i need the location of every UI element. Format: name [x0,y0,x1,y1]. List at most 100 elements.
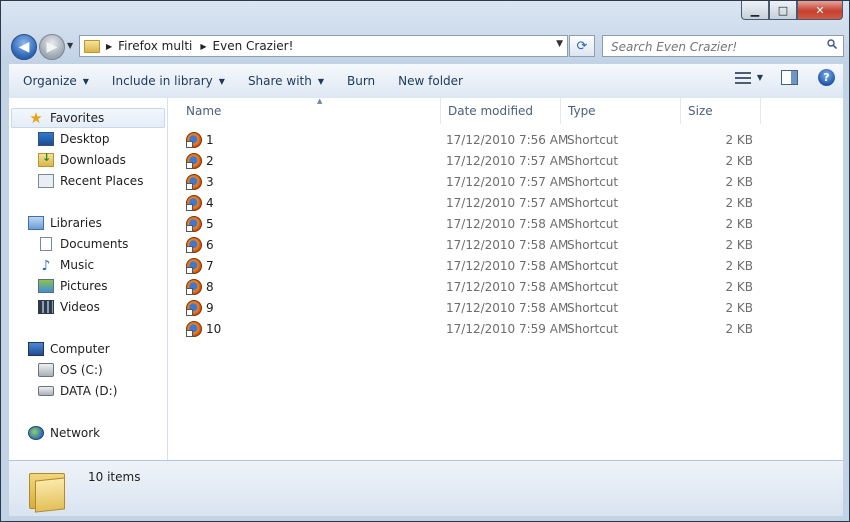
sidebar-item-computer[interactable]: Computer [28,339,110,359]
sidebar-item-downloads[interactable]: Downloads [38,150,126,170]
sidebar-item-favorites[interactable]: ★ Favorites [11,108,165,128]
sidebar-item-label: Libraries [50,216,102,230]
include-in-library-button[interactable]: Include in library ▼ [103,69,234,93]
dropdown-arrow-icon: ▼ [317,76,324,86]
breadcrumb-chevron-icon[interactable]: ▶ [200,42,206,51]
file-name: 5 [206,217,214,231]
sidebar-item-label: Videos [60,300,100,314]
breadcrumb-item-firefox-multi[interactable]: Firefox multi [118,39,192,53]
table-row[interactable]: 3 17/12/2010 7:57 AM Shortcut 2 KB [168,172,768,193]
search-box[interactable] [602,35,844,57]
folder-icon [84,39,100,53]
file-date-modified: 17/12/2010 7:59 AM [446,322,569,336]
organize-button[interactable]: Organize ▼ [14,69,98,93]
column-header-size[interactable]: Size [681,98,761,124]
include-in-library-label: Include in library [111,74,213,88]
table-row[interactable]: 10 17/12/2010 7:59 AM Shortcut 2 KB [168,319,768,340]
breadcrumb-chevron-icon[interactable]: ▶ [106,42,112,51]
folder-icon [29,469,65,513]
sidebar-item-label: Downloads [60,153,126,167]
file-type: Shortcut [567,259,619,273]
sort-ascending-icon: ▲ [317,97,323,105]
firefox-shortcut-icon [186,258,202,274]
search-input[interactable] [609,37,823,57]
share-with-button[interactable]: Share with ▼ [239,69,333,93]
sidebar-item-documents[interactable]: Documents [38,234,128,254]
sidebar-item-desktop[interactable]: Desktop [38,129,110,149]
file-name: 6 [206,238,214,252]
sidebar-item-os-drive[interactable]: OS (C:) [38,360,103,380]
table-row[interactable]: 7 17/12/2010 7:58 AM Shortcut 2 KB [168,256,768,277]
dropdown-arrow-icon: ▼ [82,76,89,86]
table-row[interactable]: 6 17/12/2010 7:58 AM Shortcut 2 KB [168,235,768,256]
table-row[interactable]: 9 17/12/2010 7:58 AM Shortcut 2 KB [168,298,768,319]
sidebar-item-label: Recent Places [60,174,144,188]
forward-button[interactable]: ▶ [39,34,65,60]
explorer-window: ▁ □ ✕ ◀ ▶ ▼ ▶ Firefox multi ▶ Even Crazi… [0,0,850,522]
navigation-pane: ★ Favorites Desktop Downloads Recent Pla… [9,98,168,460]
firefox-shortcut-icon [186,237,202,253]
file-size: 2 KB [725,238,753,252]
table-row[interactable]: 4 17/12/2010 7:57 AM Shortcut 2 KB [168,193,768,214]
file-date-modified: 17/12/2010 7:57 AM [446,154,569,168]
table-row[interactable]: 1 17/12/2010 7:56 AM Shortcut 2 KB [168,130,768,151]
column-header-date-modified[interactable]: Date modified [441,98,561,124]
file-size: 2 KB [725,196,753,210]
sidebar-item-label: Documents [60,237,129,251]
downloads-folder-icon [38,151,54,167]
sidebar-item-label: Computer [50,342,110,356]
new-folder-button[interactable]: New folder [389,69,472,93]
sidebar-item-network[interactable]: Network [28,423,100,443]
file-date-modified: 17/12/2010 7:58 AM [446,217,569,231]
file-name: 2 [206,154,214,168]
command-bar: Organize ▼ Include in library ▼ Share with… [9,64,843,99]
caption-buttons: ▁ □ ✕ [741,1,843,21]
search-icon[interactable] [827,39,837,49]
navigation-bar: ◀ ▶ ▼ ▶ Firefox multi ▶ Even Crazier! ▼ … [1,31,849,63]
column-header-label: Date modified [448,104,534,118]
column-header-name[interactable]: Name ▲ [179,97,441,124]
sidebar-item-pictures[interactable]: Pictures [38,276,108,296]
firefox-shortcut-icon [186,321,202,337]
preview-pane-icon[interactable] [781,70,798,85]
change-view-icon[interactable] [734,71,751,84]
minimize-button[interactable]: ▁ [741,1,769,20]
firefox-shortcut-icon [186,279,202,295]
sidebar-item-data-drive[interactable]: DATA (D:) [38,381,117,401]
close-button[interactable]: ✕ [797,1,843,20]
column-header-type[interactable]: Type [561,98,681,124]
sidebar-item-music[interactable]: ♪ Music [38,255,95,275]
file-date-modified: 17/12/2010 7:57 AM [446,175,569,189]
sidebar-item-videos[interactable]: Videos [38,297,100,317]
help-icon[interactable]: ? [818,69,835,86]
burn-button[interactable]: Burn [338,69,384,93]
address-bar[interactable]: ▶ Firefox multi ▶ Even Crazier! ▼ [79,35,568,57]
breadcrumb-item-even-crazier[interactable]: Even Crazier! [213,39,294,53]
file-size: 2 KB [725,259,753,273]
firefox-shortcut-icon [186,153,202,169]
recent-pages-dropdown[interactable]: ▼ [67,41,73,50]
sidebar-item-recent-places[interactable]: Recent Places [38,171,143,191]
file-type: Shortcut [567,280,619,294]
file-type: Shortcut [567,238,619,252]
back-arrow-icon: ◀ [18,39,30,55]
address-dropdown-icon[interactable]: ▼ [556,39,563,49]
table-row[interactable]: 5 17/12/2010 7:58 AM Shortcut 2 KB [168,214,768,235]
computer-icon [28,342,44,356]
file-name: 10 [206,322,222,336]
recent-places-icon [38,174,54,188]
hard-drive-icon [38,386,54,396]
table-row[interactable]: 2 17/12/2010 7:57 AM Shortcut 2 KB [168,151,768,172]
maximize-button[interactable]: □ [769,1,797,20]
videos-icon [38,300,54,314]
firefox-shortcut-icon [186,195,202,211]
back-button[interactable]: ◀ [11,34,37,60]
table-row[interactable]: 8 17/12/2010 7:58 AM Shortcut 2 KB [168,277,768,298]
refresh-icon: ⟳ [576,38,588,54]
refresh-button[interactable]: ⟳ [569,35,595,57]
view-dropdown-icon[interactable]: ▼ [757,73,763,82]
firefox-shortcut-icon [186,216,202,232]
file-size: 2 KB [725,322,753,336]
sidebar-item-libraries[interactable]: Libraries [28,213,102,233]
file-size: 2 KB [725,280,753,294]
